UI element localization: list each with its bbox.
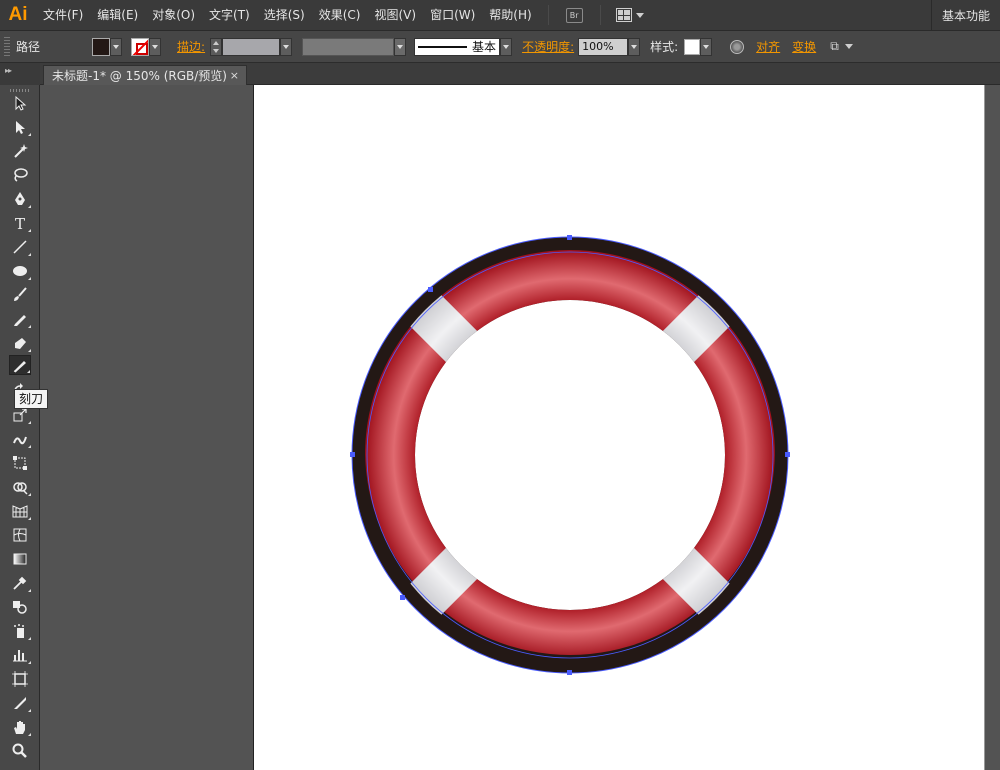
opacity-panel-link[interactable]: 不透明度:	[522, 38, 574, 55]
magic-wand-tool-icon[interactable]	[9, 141, 31, 161]
slice-tool-icon[interactable]	[9, 693, 31, 713]
chevron-down-icon	[152, 44, 159, 49]
app-logo: Ai	[8, 4, 28, 25]
arrange-grid-icon	[615, 8, 632, 22]
toolbar-collapse-icon[interactable]: ▸▸	[0, 63, 40, 85]
selection-type-label: 路径	[16, 40, 41, 54]
menu-bar: Ai 文件(F) 编辑(E) 对象(O) 文字(T) 选择(S) 效果(C) 视…	[0, 0, 1000, 31]
arrange-documents-button[interactable]	[615, 8, 644, 22]
zoom-tool-icon[interactable]	[9, 741, 31, 761]
menu-divider	[599, 5, 601, 25]
variable-width-profile-field[interactable]	[302, 37, 395, 56]
pen-tool-icon[interactable]	[9, 189, 31, 209]
column-graph-tool-icon[interactable]	[9, 645, 31, 665]
fill-swatch[interactable]	[92, 37, 111, 56]
transform-panel-link[interactable]: 变换	[792, 38, 816, 55]
document-tab-title: 未标题-1* @ 150% (RGB/预览)	[52, 69, 227, 83]
stroke-dropdown[interactable]	[149, 37, 162, 56]
menu-select[interactable]: 选择(S)	[257, 0, 312, 31]
menu-type[interactable]: 文字(T)	[202, 0, 257, 31]
tools-panel: T	[0, 85, 40, 770]
opacity-dropdown[interactable]	[628, 37, 641, 56]
hand-tool-icon[interactable]	[9, 717, 31, 737]
brush-definition-label: 基本	[472, 40, 497, 54]
document-tab[interactable]: 未标题-1* @ 150% (RGB/预览) ×	[43, 65, 247, 85]
align-panel-link[interactable]: 对齐	[756, 38, 780, 55]
stroke-line-preview	[418, 45, 468, 48]
chevron-down-icon	[113, 44, 120, 49]
paintbrush-tool-icon[interactable]	[9, 285, 31, 305]
chevron-down-icon	[397, 44, 404, 49]
tool-tooltip: 刻刀	[14, 389, 48, 409]
mesh-tool-icon[interactable]	[9, 525, 31, 545]
control-bar: 路径 描边: 基本 不透明度: 100% 样式: 对齐 变换 ⧉	[0, 31, 1000, 63]
lasso-tool-icon[interactable]	[9, 165, 31, 185]
menu-view[interactable]: 视图(V)	[367, 0, 423, 31]
perspective-grid-tool-icon[interactable]	[9, 501, 31, 521]
isolate-object-icon[interactable]: ⧉	[830, 39, 839, 54]
menu-effect[interactable]: 效果(C)	[312, 0, 368, 31]
menu-object[interactable]: 对象(O)	[145, 0, 202, 31]
shape-builder-tool-icon[interactable]	[9, 477, 31, 497]
stroke-weight-field[interactable]	[222, 37, 281, 56]
menu-help[interactable]: 帮助(H)	[482, 0, 538, 31]
blob-brush-tool-icon[interactable]	[9, 333, 31, 353]
graphic-style-dropdown[interactable]	[700, 37, 713, 56]
toolbar-grip[interactable]	[10, 89, 30, 92]
ellipse-tool-icon[interactable]	[9, 261, 31, 281]
menu-window[interactable]: 窗口(W)	[423, 0, 482, 31]
direct-selection-tool-icon[interactable]	[9, 117, 31, 137]
chevron-down-icon	[503, 44, 510, 49]
width-profile-dropdown[interactable]	[394, 37, 407, 56]
stroke-swatch-none[interactable]	[131, 37, 150, 56]
pencil-tool-icon[interactable]	[9, 309, 31, 329]
chevron-down-icon	[283, 44, 290, 49]
menu-edit[interactable]: 编辑(E)	[90, 0, 145, 31]
stroke-weight-stepper[interactable]	[210, 37, 223, 56]
brush-definition-dropdown[interactable]	[500, 37, 513, 56]
opacity-field[interactable]: 100%	[578, 37, 629, 56]
graphic-style-swatch[interactable]	[684, 38, 701, 55]
svg-text:T: T	[15, 215, 25, 231]
selection-tool-icon[interactable]	[9, 93, 31, 113]
artboard-tool-icon[interactable]	[9, 669, 31, 689]
warp-tool-icon[interactable]	[9, 429, 31, 449]
symbol-sprayer-tool-icon[interactable]	[9, 621, 31, 641]
style-label: 样式:	[650, 40, 679, 54]
bridge-icon[interactable]: Br	[565, 7, 583, 23]
blend-tool-icon[interactable]	[9, 597, 31, 617]
chevron-down-icon	[635, 12, 644, 18]
lifebuoy-artwork[interactable]	[340, 230, 800, 690]
menu-file[interactable]: 文件(F)	[36, 0, 90, 31]
chevron-down-icon[interactable]	[844, 44, 853, 49]
stroke-panel-link[interactable]: 描边:	[177, 38, 205, 55]
document-tab-bar: ▸▸ 未标题-1* @ 150% (RGB/预览) ×	[0, 63, 1000, 85]
illustrator-window: Ai 文件(F) 编辑(E) 对象(O) 文字(T) 选择(S) 效果(C) 视…	[0, 0, 1000, 770]
eraser-tool-icon[interactable]	[9, 355, 31, 375]
gradient-tool-icon[interactable]	[9, 549, 31, 569]
eyedropper-tool-icon[interactable]	[9, 573, 31, 593]
recolor-artwork-icon[interactable]	[730, 39, 745, 54]
free-transform-tool-icon[interactable]	[9, 453, 31, 473]
chevron-down-icon	[703, 44, 710, 49]
stroke-weight-dropdown[interactable]	[280, 37, 293, 56]
close-icon[interactable]: ×	[230, 66, 239, 86]
menu-divider	[547, 5, 549, 25]
brush-definition-field[interactable]: 基本	[414, 37, 501, 56]
line-segment-tool-icon[interactable]	[9, 237, 31, 257]
fill-dropdown[interactable]	[110, 37, 123, 56]
chevron-down-icon	[631, 44, 638, 49]
workspace-switcher[interactable]: 基本功能	[930, 0, 1000, 31]
type-tool-icon[interactable]: T	[9, 213, 31, 233]
panel-grip[interactable]	[4, 36, 10, 57]
